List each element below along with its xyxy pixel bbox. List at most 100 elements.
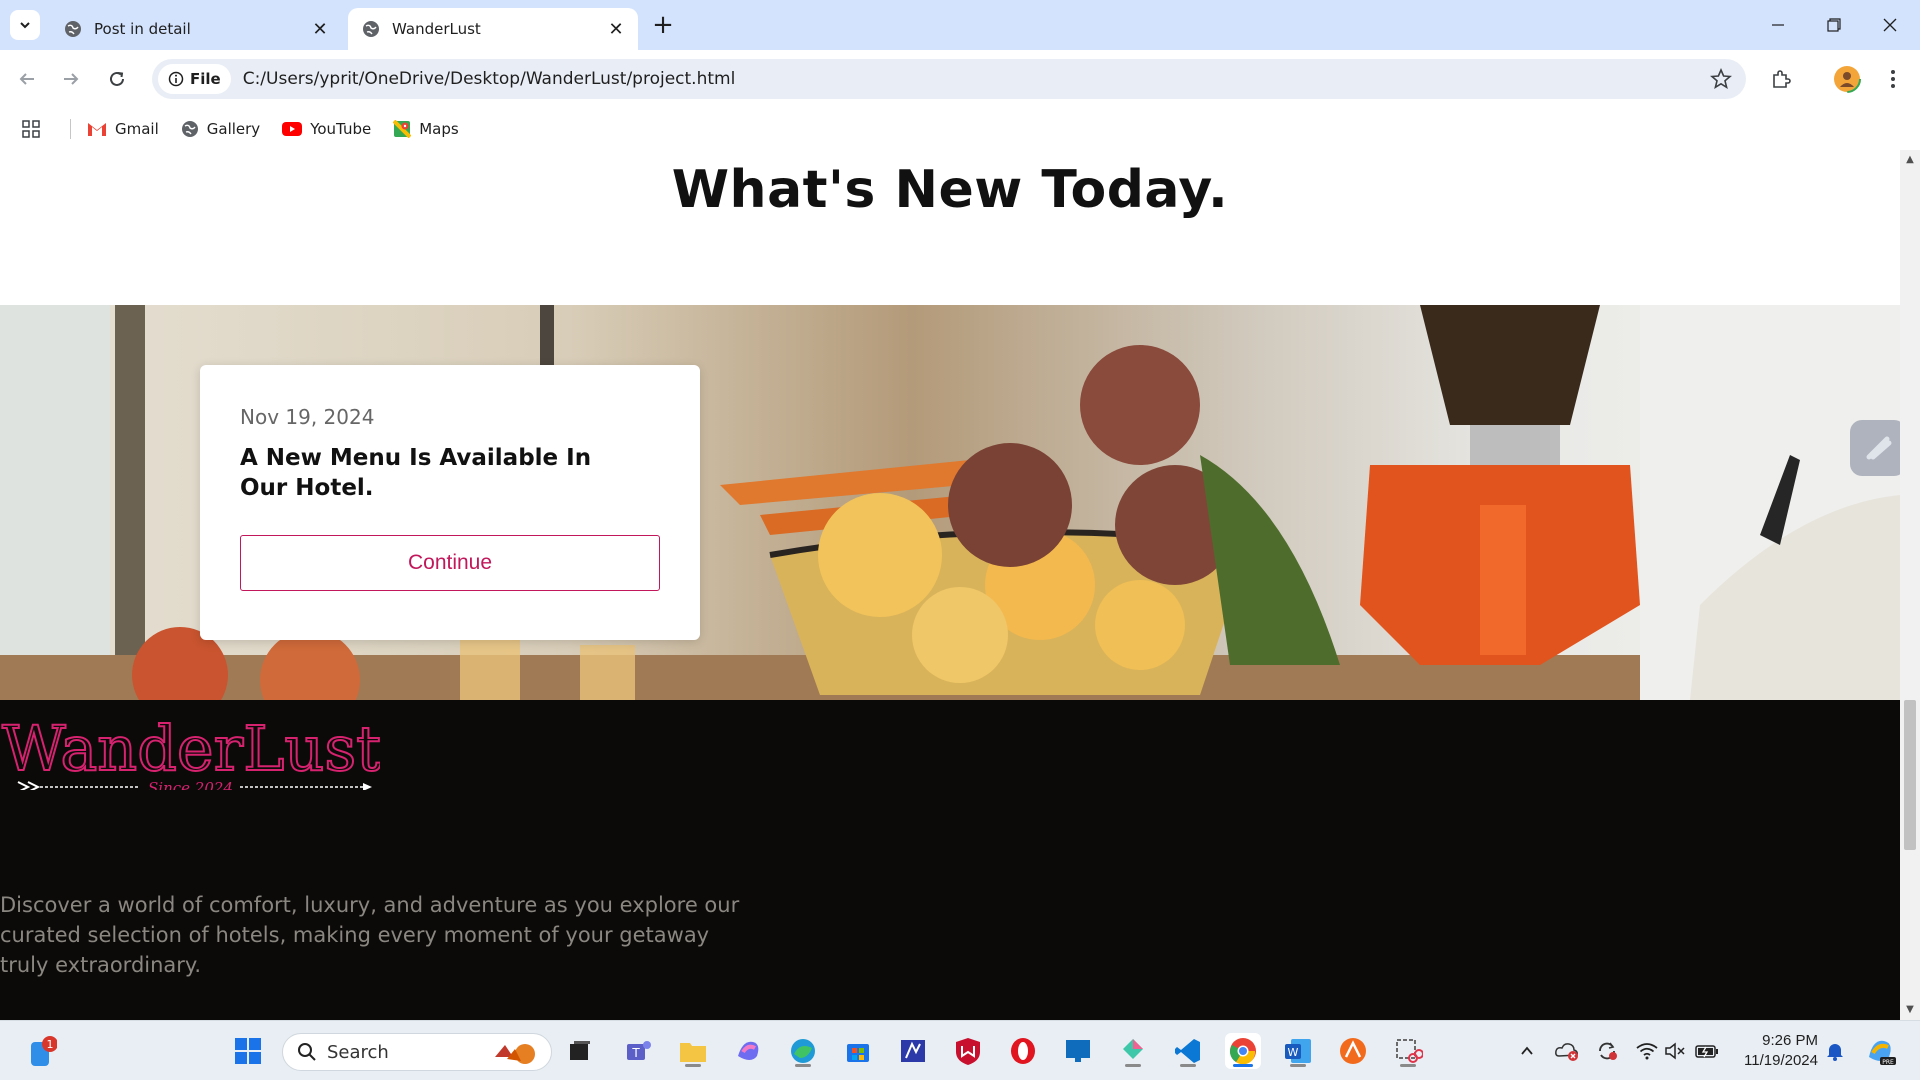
taskbar-search[interactable]: Search xyxy=(282,1033,552,1071)
battery-charging-icon xyxy=(1695,1045,1718,1058)
chrome-icon xyxy=(1230,1038,1256,1065)
news-card: Nov 19, 2024 A New Menu Is Available In … xyxy=(200,365,700,640)
battery-status[interactable] xyxy=(1692,1033,1722,1069)
address-bar[interactable]: File C:/Users/yprit/OneDrive/Desktop/Wan… xyxy=(152,59,1746,99)
pen-icon xyxy=(1866,436,1892,460)
svg-text:Since 2024: Since 2024 xyxy=(148,779,233,790)
clock-date: 11/19/2024 xyxy=(1744,1052,1818,1069)
svg-text:1: 1 xyxy=(47,1038,54,1051)
volume-muted-icon xyxy=(1665,1042,1685,1060)
footer-description: Discover a world of comfort, luxury, and… xyxy=(0,893,740,977)
bookmarks-bar: Gmail Gallery YouTube Maps xyxy=(0,108,1920,150)
tab-post-in-detail[interactable]: Post in detail ✕ xyxy=(48,8,342,50)
apps-button[interactable] xyxy=(22,120,48,138)
scroll-up-arrow-icon[interactable]: ▲ xyxy=(1905,154,1915,165)
wifi-icon xyxy=(1636,1043,1658,1060)
app-blue-window[interactable] xyxy=(1060,1033,1096,1069)
tab-search-button[interactable] xyxy=(10,10,40,40)
folder-icon xyxy=(680,1043,706,1062)
bookmarks-divider xyxy=(70,119,71,139)
app-orange-circle[interactable] xyxy=(1335,1033,1371,1069)
bookmark-maps[interactable]: Maps xyxy=(393,120,459,138)
pen-app-icon xyxy=(901,1040,925,1062)
widgets-button[interactable]: 1 xyxy=(22,1033,58,1069)
svg-text:WanderLust: WanderLust xyxy=(2,712,380,785)
word-app[interactable]: W xyxy=(1280,1033,1316,1069)
snipping-tool-app[interactable] xyxy=(1390,1033,1426,1069)
edge-icon xyxy=(791,1039,815,1063)
forward-button[interactable] xyxy=(54,62,88,96)
copilot-app[interactable] xyxy=(730,1033,766,1069)
avatar-icon xyxy=(1833,65,1861,93)
app-gems[interactable] xyxy=(1115,1033,1151,1069)
opera-icon xyxy=(1011,1038,1035,1064)
taskbar-clock[interactable]: 9:26 PM 11/19/2024 xyxy=(1738,1031,1818,1071)
onedrive-status[interactable] xyxy=(1552,1033,1582,1069)
vscode-app[interactable] xyxy=(1170,1033,1206,1069)
file-explorer-app[interactable] xyxy=(675,1033,711,1069)
continue-button[interactable]: Continue xyxy=(240,535,660,591)
svg-text:T: T xyxy=(631,1046,640,1060)
new-tab-button[interactable]: + xyxy=(650,12,676,38)
edge-app[interactable] xyxy=(785,1033,821,1069)
scroll-thumb[interactable] xyxy=(1904,700,1916,850)
start-button[interactable] xyxy=(230,1033,266,1069)
close-icon xyxy=(1883,18,1897,32)
card-title: A New Menu Is Available In Our Hotel. xyxy=(240,445,592,501)
tab-wanderlust[interactable]: WanderLust ✕ xyxy=(348,8,638,50)
running-indicator xyxy=(1400,1064,1416,1067)
close-window-button[interactable] xyxy=(1870,8,1910,42)
tab-title: WanderLust xyxy=(392,20,481,38)
floating-widget-button[interactable] xyxy=(1850,420,1906,476)
minimize-button[interactable] xyxy=(1758,8,1798,42)
search-placeholder: Search xyxy=(327,1041,389,1063)
app-pen[interactable] xyxy=(895,1033,931,1069)
weather-widget-icon: 1 xyxy=(31,1036,57,1066)
url-text[interactable]: C:/Users/yprit/OneDrive/Desktop/WanderLu… xyxy=(243,69,736,89)
bookmark-gallery[interactable]: Gallery xyxy=(181,120,260,138)
bookmark-label: Gmail xyxy=(115,120,159,138)
bookmark-youtube[interactable]: YouTube xyxy=(282,120,371,138)
info-icon xyxy=(168,71,184,87)
site-info-chip[interactable]: File xyxy=(158,64,231,94)
running-indicator xyxy=(1125,1064,1141,1067)
gems-icon xyxy=(1123,1039,1143,1059)
opera-app[interactable] xyxy=(1005,1033,1041,1069)
bell-icon xyxy=(1827,1044,1843,1061)
copilot-tray[interactable]: PRE xyxy=(1862,1033,1898,1069)
close-tab-icon[interactable]: ✕ xyxy=(306,15,334,43)
autumn-leaves-icon xyxy=(495,1044,535,1064)
close-tab-icon[interactable]: ✕ xyxy=(602,15,630,43)
reload-button[interactable] xyxy=(100,62,134,96)
extensions-button[interactable] xyxy=(1764,62,1798,96)
maps-icon xyxy=(393,120,412,138)
sync-status[interactable] xyxy=(1592,1033,1622,1069)
show-hidden-icons-button[interactable] xyxy=(1512,1033,1542,1069)
tab-title: Post in detail xyxy=(94,20,191,38)
task-view-button[interactable] xyxy=(562,1033,598,1069)
wifi-status[interactable] xyxy=(1632,1033,1662,1069)
running-indicator xyxy=(1233,1064,1253,1067)
teams-app[interactable]: T xyxy=(620,1033,656,1069)
browser-menu-button[interactable] xyxy=(1876,62,1910,96)
page-scrollbar[interactable]: ▲ ▼ xyxy=(1900,150,1920,1020)
bookmark-gmail[interactable]: Gmail xyxy=(87,120,159,138)
back-button[interactable] xyxy=(10,62,44,96)
page-viewport: What's New Today. Nov 19, 2024 A New Men… xyxy=(0,150,1900,1020)
scroll-down-arrow-icon[interactable]: ▼ xyxy=(1905,1004,1915,1015)
chrome-app[interactable] xyxy=(1225,1033,1261,1069)
mcafee-app[interactable] xyxy=(950,1033,986,1069)
chevron-down-icon xyxy=(20,22,30,29)
puzzle-icon xyxy=(1773,70,1791,88)
store-app[interactable] xyxy=(840,1033,876,1069)
tab-strip: Post in detail ✕ WanderLust ✕ + xyxy=(0,0,1920,50)
profile-avatar[interactable] xyxy=(1830,62,1864,96)
restore-button[interactable] xyxy=(1814,8,1854,42)
svg-text:PRE: PRE xyxy=(1882,1059,1894,1066)
bookmark-star-icon[interactable] xyxy=(1710,68,1732,90)
volume-status[interactable] xyxy=(1660,1033,1690,1069)
footer: WanderLust Since 2024 Discover a world o… xyxy=(0,700,1900,1020)
apps-grid-icon xyxy=(22,120,40,138)
notifications-button[interactable] xyxy=(1820,1033,1850,1069)
clock-time: 9:26 PM xyxy=(1762,1032,1818,1049)
